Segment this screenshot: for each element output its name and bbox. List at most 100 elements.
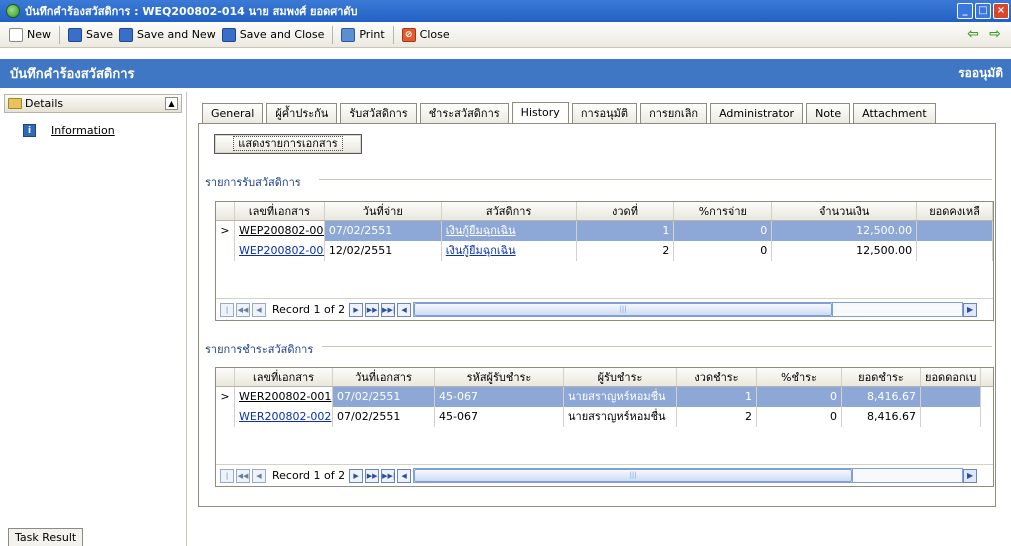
doc-number-cell[interactable]: WEP200802-008 xyxy=(235,241,325,261)
column-header[interactable]: ผู้รับชำระ xyxy=(564,368,677,386)
print-button[interactable]: Print xyxy=(338,25,387,45)
horizontal-scrollbar[interactable]: ||| xyxy=(413,302,834,317)
payment-grid: เลขที่เอกสาร วันที่เอกสาร รหัสผู้รับชำระ… xyxy=(215,367,994,487)
previous-record-icon[interactable]: ◀ xyxy=(252,302,266,317)
save-and-new-button[interactable]: Save and New xyxy=(116,25,219,45)
welfare-cell[interactable]: เงินกู้ยืมฉุกเฉิน xyxy=(441,221,577,241)
installment-cell: 1 xyxy=(576,221,675,241)
new-document-icon xyxy=(9,27,23,42)
task-result-tab[interactable]: Task Result xyxy=(8,528,84,546)
column-header[interactable]: %การจ่าย xyxy=(674,202,773,220)
doc-number-cell[interactable]: WER200802-001 xyxy=(235,387,333,407)
grid-header-row: เลขที่เอกสาร วันที่จ่าย สวัสดิการ งวดที่… xyxy=(216,202,993,221)
tab-note[interactable]: Note xyxy=(806,103,851,123)
payer-code-cell: 45-067 xyxy=(435,387,564,407)
scroll-left-icon[interactable]: ◀ xyxy=(397,468,412,483)
column-header[interactable]: รหัสผู้รับชำระ xyxy=(435,368,564,386)
next-record-icon[interactable]: ▶ xyxy=(349,302,364,317)
tab-administrator[interactable]: Administrator xyxy=(710,103,804,123)
information-icon: i xyxy=(23,124,36,137)
close-label: Close xyxy=(419,28,450,41)
tab-attachment[interactable]: Attachment xyxy=(853,103,936,123)
previous-record-arrow-icon[interactable]: ⇦ xyxy=(965,26,981,42)
previous-page-icon[interactable]: ◀◀ xyxy=(236,302,250,317)
record-navigation: ⇦ ⇨ xyxy=(965,26,1003,42)
doc-date-cell: 07/02/2551 xyxy=(333,407,435,427)
form-status: รออนุมัติ xyxy=(958,66,1003,80)
next-record-icon[interactable]: ▶ xyxy=(349,468,364,483)
grid-navigator: |◀◀ ◀◀ ◀ Record 1 of 2 ▶ ▶▶ ▶▶| ◀ ||| ▶ xyxy=(216,298,993,320)
last-record-icon[interactable]: ▶▶| xyxy=(381,302,395,317)
scrollbar-track[interactable] xyxy=(833,302,964,317)
tab-approval[interactable]: การอนุมัติ xyxy=(571,103,638,123)
column-header[interactable]: วันที่เอกสาร xyxy=(333,368,435,386)
toolbar: New Save Save and New Save and Close Pri… xyxy=(0,22,1011,48)
welfare-cell[interactable]: เงินกู้ยืมฉุกเฉิน xyxy=(442,241,577,261)
tab-pay-welfare[interactable]: ชำระสวัสดิการ xyxy=(419,103,509,123)
collapse-chevron-icon[interactable]: ▲ xyxy=(165,97,178,110)
minimize-button[interactable]: _ xyxy=(957,3,973,19)
sidebar-section-details[interactable]: Details ▲ xyxy=(4,94,182,113)
window-title-bar: บันทึกคำร้องสวัสดิการ : WEQ200802-014 นา… xyxy=(0,0,1011,22)
scrollbar-thumb[interactable]: ||| xyxy=(414,469,853,482)
amount-cell: 12,500.00 xyxy=(772,221,918,241)
scrollbar-thumb[interactable]: ||| xyxy=(414,303,833,316)
maximize-button[interactable]: □ xyxy=(975,3,991,19)
table-row[interactable]: > WEP200802-007 07/02/2551 เงินกู้ยืมฉุก… xyxy=(216,221,993,241)
doc-number-cell[interactable]: WER200802-002 xyxy=(235,407,333,427)
scroll-left-icon[interactable]: ◀ xyxy=(397,302,412,317)
show-documents-button[interactable]: แสดงรายการเอกสาร xyxy=(214,134,362,154)
pay-date-cell: 12/02/2551 xyxy=(325,241,442,261)
close-window-button[interactable]: × xyxy=(993,3,1009,19)
sidebar-section-label: Details xyxy=(25,97,64,110)
table-row[interactable]: WER200802-002 07/02/2551 45-067 นายสราญห… xyxy=(216,407,993,427)
tab-cancellation[interactable]: การยกเลิก xyxy=(640,103,708,123)
column-header[interactable]: ยอดดอกเบ xyxy=(921,368,981,386)
horizontal-scrollbar[interactable]: ||| xyxy=(413,468,854,483)
column-header[interactable]: งวดที่ xyxy=(577,202,675,220)
column-header[interactable]: วันที่จ่าย xyxy=(325,202,442,220)
scroll-right-icon[interactable]: ▶ xyxy=(963,468,978,483)
column-header[interactable]: เลขที่เอกสาร xyxy=(235,202,325,220)
toolbar-separator xyxy=(392,25,394,44)
interest-cell xyxy=(921,407,981,427)
pay-percent-cell: 0 xyxy=(757,407,842,427)
row-indicator xyxy=(216,241,235,261)
sidebar-item-information[interactable]: i Information xyxy=(23,124,186,137)
column-header[interactable]: สวัสดิการ xyxy=(442,202,577,220)
tab-guarantor[interactable]: ผู้ค้ำประกัน xyxy=(266,103,338,123)
next-page-icon[interactable]: ▶▶ xyxy=(365,302,380,317)
scrollbar-track[interactable] xyxy=(853,468,964,483)
scroll-right-icon[interactable]: ▶ xyxy=(963,302,978,317)
next-page-icon[interactable]: ▶▶ xyxy=(365,468,380,483)
column-header[interactable]: เลขที่เอกสาร xyxy=(235,368,333,386)
column-header[interactable]: ยอดชำระ xyxy=(842,368,921,386)
table-row[interactable]: > WER200802-001 07/02/2551 45-067 นายสรา… xyxy=(216,387,993,407)
previous-record-icon[interactable]: ◀ xyxy=(252,468,266,483)
doc-number-cell[interactable]: WEP200802-007 xyxy=(234,221,325,241)
form-header: บันทึกคำร้องสวัสดิการ รออนุมัติ xyxy=(0,59,1011,88)
form-title: บันทึกคำร้องสวัสดิการ xyxy=(10,67,135,82)
close-button[interactable]: ⊘ Close xyxy=(399,25,453,45)
column-header[interactable]: จำนวนเงิน xyxy=(772,202,918,220)
first-record-icon[interactable]: |◀◀ xyxy=(220,468,234,486)
table-row[interactable]: WEP200802-008 12/02/2551 เงินกู้ยืมฉุกเฉ… xyxy=(216,241,993,261)
previous-page-icon[interactable]: ◀◀ xyxy=(236,468,250,483)
payment-section-title: รายการชำระสวัสดิการ xyxy=(205,343,314,356)
pay-percent-cell: 0 xyxy=(674,241,773,261)
column-header[interactable]: ยอดคงเหลื xyxy=(917,202,993,220)
current-row-indicator-icon: > xyxy=(216,221,235,241)
tab-receive-welfare[interactable]: รับสวัสดิการ xyxy=(340,103,417,123)
save-and-close-button[interactable]: Save and Close xyxy=(219,25,328,45)
first-record-icon[interactable]: |◀◀ xyxy=(220,302,234,320)
tab-general[interactable]: General xyxy=(202,103,264,123)
print-icon xyxy=(341,27,356,42)
next-record-arrow-icon[interactable]: ⇨ xyxy=(987,26,1003,42)
new-button[interactable]: New xyxy=(6,25,54,45)
tab-history[interactable]: History xyxy=(511,102,569,123)
installment-cell: 1 xyxy=(677,387,757,407)
column-header[interactable]: %ชำระ xyxy=(757,368,842,386)
column-header[interactable]: งวดชำระ xyxy=(677,368,757,386)
last-record-icon[interactable]: ▶▶| xyxy=(381,468,395,483)
save-button[interactable]: Save xyxy=(65,25,116,45)
